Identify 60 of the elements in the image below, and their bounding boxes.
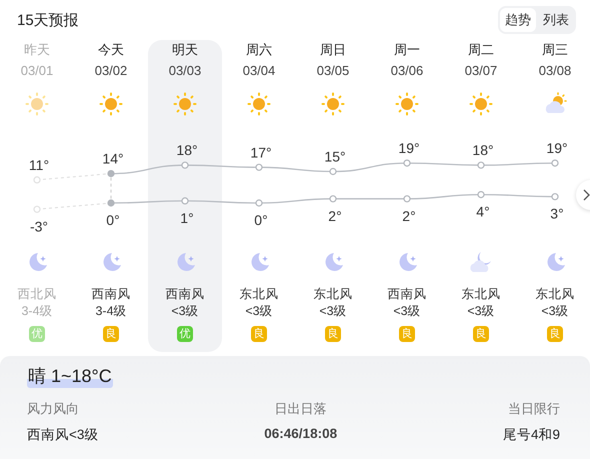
detail-value: 西南风<3级 [27, 426, 98, 444]
air-quality-badge: 良 [547, 326, 563, 342]
day-date: 03/06 [390, 62, 424, 80]
high-temperature: 17° [250, 144, 272, 160]
high-temperature: 18° [472, 142, 494, 158]
high-temperature: 19° [546, 140, 568, 156]
selected-day-background[interactable] [148, 40, 222, 352]
high-temperature: 11° [28, 156, 50, 173]
high-temperature: 18° [176, 142, 198, 158]
day-name: 今天 [98, 41, 124, 59]
wind-text: 西北风 3-4级 [18, 286, 56, 320]
wind-text: 西南风 <3级 [166, 286, 204, 320]
view-tab[interactable]: 列表 [538, 8, 574, 32]
wind-text: 东北风 <3级 [240, 286, 278, 320]
day-name: 昨天 [24, 41, 50, 59]
day-date: 03/01 [20, 62, 54, 80]
low-temperature: 2° [402, 208, 416, 224]
day-date: 03/07 [464, 62, 498, 80]
detail-value: 06:46/18:08 [264, 426, 338, 441]
air-quality-badge: 优 [177, 326, 193, 342]
air-quality-badge: 良 [325, 326, 341, 342]
low-temperature: 3° [550, 206, 564, 222]
wind-text: 西南风 3-4级 [92, 286, 130, 320]
detail-label: 风力风向 [27, 400, 80, 418]
day-date: 03/04 [242, 62, 276, 80]
low-temperature: 1° [180, 210, 194, 226]
day-date: 03/02 [94, 62, 128, 80]
weather-summary: 晴 1~18°C [27, 364, 113, 388]
low-temperature: 4° [476, 204, 490, 220]
low-temperature: 2° [328, 208, 342, 224]
page-title: 15天预报 [17, 10, 79, 30]
day-name: 周一 [394, 41, 420, 59]
wind-text: 东北风 <3级 [314, 286, 352, 320]
detail-value: 尾号4和9 [502, 426, 560, 444]
air-quality-badge: 优 [29, 326, 45, 342]
view-tab[interactable]: 趋势 [500, 8, 536, 32]
day-name: 周三 [542, 41, 568, 59]
wind-text: 西南风 <3级 [388, 286, 426, 320]
high-temperature: 14° [102, 150, 124, 167]
today-marker-line [110, 177, 112, 200]
high-temperature: 15° [324, 148, 346, 164]
day-name: 周六 [246, 41, 272, 59]
wind-text: 东北风 <3级 [462, 286, 500, 320]
air-quality-badge: 良 [399, 326, 415, 342]
detail-label: 日出日落 [274, 400, 327, 418]
day-name: 明天 [172, 41, 198, 59]
day-name: 周二 [468, 41, 494, 59]
detail-label: 当日限行 [508, 400, 560, 418]
day-date: 03/03 [168, 62, 202, 80]
high-temperature: 19° [398, 140, 420, 156]
day-date: 03/05 [316, 62, 350, 80]
day-date: 03/08 [538, 62, 572, 80]
low-temperature: 0° [254, 212, 268, 228]
air-quality-badge: 良 [251, 326, 267, 342]
low-temperature: -3° [30, 218, 48, 234]
low-temperature: 0° [106, 212, 120, 228]
air-quality-badge: 良 [473, 326, 489, 342]
day-name: 周日 [320, 41, 346, 59]
wind-text: 东北风 <3级 [536, 286, 574, 320]
air-quality-badge: 良 [103, 326, 119, 342]
